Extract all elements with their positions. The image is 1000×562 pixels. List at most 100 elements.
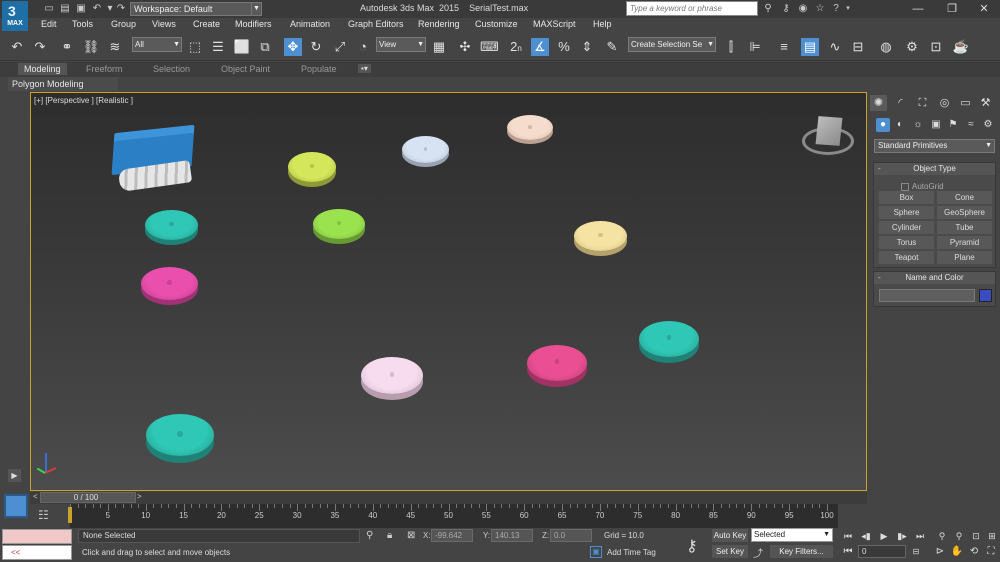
undo-icon[interactable]: ↶ <box>90 2 104 16</box>
menu-views[interactable]: Views <box>152 19 176 29</box>
search-input[interactable]: Type a keyword or phrase <box>626 1 758 16</box>
key-filters-button[interactable]: Key Filters... <box>770 545 833 558</box>
maximize-viewport-icon[interactable]: ⛶ <box>984 545 998 558</box>
z-coord-field[interactable]: 0.0 <box>550 529 592 542</box>
reference-coordinate-dropdown[interactable]: View ▼ <box>376 37 426 52</box>
tab-freeform[interactable]: Freeform <box>86 64 123 74</box>
shapes-icon[interactable]: ◐ <box>893 118 907 132</box>
disc-object[interactable] <box>141 267 198 300</box>
select-and-move-icon[interactable]: ✥ <box>284 38 302 56</box>
y-coord-field[interactable]: 140.13 <box>491 529 533 542</box>
binoculars-icon[interactable]: ⚲ <box>762 3 774 15</box>
auto-key-button[interactable]: Auto Key <box>712 529 748 542</box>
lights-icon[interactable]: ☼ <box>911 118 925 132</box>
box-button[interactable]: Box <box>879 191 934 204</box>
mirror-icon[interactable]: ⫿ <box>722 38 740 56</box>
menu-graph-editors[interactable]: Graph Editors <box>348 19 404 29</box>
autogrid-checkbox[interactable]: AutoGrid <box>901 182 944 191</box>
material-editor-icon[interactable]: ◍ <box>877 38 895 56</box>
pivot-center-icon[interactable]: ▦ <box>430 38 448 56</box>
close-button[interactable]: ✕ <box>966 0 1000 18</box>
sphere-button[interactable]: Sphere <box>879 206 934 219</box>
tab-object-paint[interactable]: Object Paint <box>221 64 270 74</box>
tube-button[interactable]: Tube <box>937 221 992 234</box>
display-panel-tab-icon[interactable]: ▭ <box>957 95 974 111</box>
star-icon[interactable]: ☆ <box>814 3 826 15</box>
redo-button[interactable]: ↷ <box>31 38 49 56</box>
default-in-out-tangents-icon[interactable]: ⤴ <box>753 545 763 560</box>
key-mode-dropdown[interactable]: Selected ▼ <box>751 528 833 542</box>
previous-frame-icon[interactable]: ◂▮ <box>859 530 873 543</box>
workspace-dropdown[interactable]: Workspace: Default ▼ <box>130 2 262 16</box>
menu-rendering[interactable]: Rendering <box>418 19 460 29</box>
help-dropdown-icon[interactable]: ▾ <box>842 3 854 15</box>
select-by-name-icon[interactable]: ☰ <box>209 38 227 56</box>
disc-object[interactable] <box>313 209 365 239</box>
plane-button[interactable]: Plane <box>937 251 992 264</box>
snaps-toggle-icon[interactable]: 2n <box>507 38 525 56</box>
utilities-panel-tab-icon[interactable]: ⚒ <box>977 95 994 111</box>
tab-populate[interactable]: Populate <box>301 64 337 74</box>
user-icon[interactable]: ◉ <box>797 3 809 15</box>
menu-modifiers[interactable]: Modifiers <box>235 19 272 29</box>
object-category-dropdown[interactable]: Standard Primitives ▼ <box>874 139 995 153</box>
disc-object[interactable] <box>402 136 449 163</box>
window-crossing-icon[interactable]: ⧉ <box>256 38 274 56</box>
hierarchy-panel-tab-icon[interactable]: ⛶ <box>914 95 931 111</box>
track-bar-icon[interactable]: ☷ <box>38 508 49 522</box>
expand-viewport-layout-button[interactable]: ▶ <box>8 469 21 482</box>
systems-icon[interactable]: ⚙ <box>981 118 995 132</box>
time-tag-icon[interactable]: ▣ <box>590 546 602 558</box>
time-slider-track[interactable] <box>30 492 867 504</box>
menu-edit[interactable]: Edit <box>41 19 57 29</box>
scene-explorer-icon[interactable]: ▤ <box>801 38 819 56</box>
save-file-icon[interactable]: ▣ <box>74 2 88 16</box>
play-icon[interactable]: ▶ <box>877 530 891 543</box>
keyboard-shortcut-icon[interactable]: ⌨ <box>480 38 499 56</box>
next-frame-arrow-icon[interactable]: > <box>137 492 142 501</box>
disc-object[interactable] <box>639 321 699 357</box>
menu-create[interactable]: Create <box>193 19 220 29</box>
key-mode-toggle-icon[interactable]: ⏮ <box>841 545 855 558</box>
geometry-icon[interactable]: ● <box>876 118 890 132</box>
new-file-icon[interactable]: ▭ <box>42 2 56 16</box>
disc-object[interactable] <box>527 345 587 381</box>
schematic-view-icon[interactable]: ⊟ <box>849 38 867 56</box>
angle-snap-icon[interactable]: ∡ <box>531 38 549 56</box>
teapot-button[interactable]: Teapot <box>879 251 934 264</box>
create-panel-tab-icon[interactable]: ✺ <box>870 95 887 111</box>
menu-help[interactable]: Help <box>593 19 612 29</box>
cone-button[interactable]: Cone <box>937 191 992 204</box>
app-logo-button[interactable]: 3 MAX <box>2 1 28 31</box>
select-manipulate-icon[interactable]: ✣ <box>456 38 474 56</box>
orbit-icon[interactable]: ⟲ <box>967 545 981 558</box>
place-object-icon[interactable]: ◔ <box>354 38 372 56</box>
space-warps-icon[interactable]: ≈ <box>964 118 978 132</box>
modify-panel-tab-icon[interactable]: ◜ <box>892 95 909 111</box>
bind-space-warp-icon[interactable]: ≋ <box>106 38 124 56</box>
undo-button[interactable]: ↶ <box>8 38 26 56</box>
percent-snap-icon[interactable]: % <box>555 38 573 56</box>
add-time-tag-button[interactable]: Add Time Tag <box>607 548 656 557</box>
torus-button[interactable]: Torus <box>879 236 934 249</box>
key-icon[interactable]: ⚷ <box>780 3 792 15</box>
polygon-modeling-panel[interactable]: Polygon Modeling <box>8 77 118 91</box>
menu-maxscript[interactable]: MAXScript <box>533 19 576 29</box>
zoom-icon[interactable]: ⚲ <box>935 530 949 543</box>
select-and-rotate-icon[interactable]: ↻ <box>307 38 325 56</box>
set-key-button[interactable]: Set Key <box>712 545 748 558</box>
go-to-start-icon[interactable]: ⏮ <box>841 530 855 543</box>
object-name-field[interactable] <box>879 289 975 302</box>
object-type-rollout-header[interactable]: - Object Type <box>874 163 995 175</box>
object-color-swatch[interactable] <box>979 289 992 302</box>
minimize-button[interactable]: — <box>900 0 936 18</box>
render-production-icon[interactable]: ☕ <box>952 38 970 56</box>
maxscript-listener-top[interactable] <box>2 529 72 544</box>
curve-editor-icon[interactable]: ∿ <box>826 38 844 56</box>
open-file-icon[interactable]: ▤ <box>58 2 72 16</box>
viewport-label-menu[interactable]: [+] [Perspective ] [Realistic ] <box>34 96 133 105</box>
zoom-all-icon[interactable]: ⚲ <box>952 530 966 543</box>
isolate-selection-icon[interactable]: ⚲ <box>366 530 373 541</box>
x-coord-field[interactable]: -99.642 <box>431 529 473 542</box>
disc-object[interactable] <box>361 357 423 394</box>
